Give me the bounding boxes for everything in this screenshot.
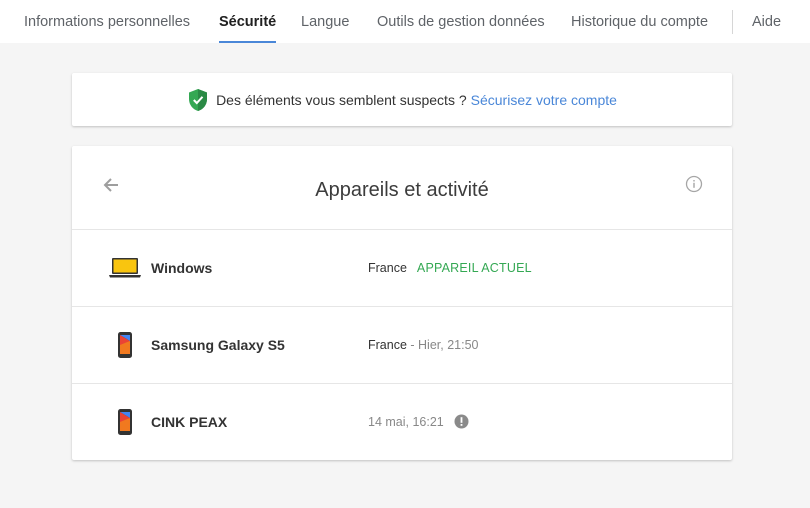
phone-icon bbox=[118, 409, 132, 435]
device-location: France bbox=[368, 261, 407, 275]
device-name: Windows bbox=[151, 260, 213, 276]
tab-langue[interactable]: Langue bbox=[301, 0, 349, 43]
device-row-samsung-galaxy-s5[interactable]: Samsung Galaxy S5 France - Hier, 21:50 bbox=[72, 306, 732, 384]
tab-informations-personnelles[interactable]: Informations personnelles bbox=[24, 0, 190, 43]
laptop-icon bbox=[109, 258, 141, 278]
secure-account-link[interactable]: Sécurisez votre compte bbox=[471, 92, 617, 108]
device-row-windows[interactable]: Windows France APPAREIL ACTUEL bbox=[72, 229, 732, 307]
device-meta: France - Hier, 21:50 bbox=[368, 338, 478, 352]
security-banner: Des éléments vous semblent suspects ? Sé… bbox=[72, 73, 732, 126]
banner-text: Des éléments vous semblent suspects ? bbox=[216, 91, 467, 108]
tab-historique-compte[interactable]: Historique du compte bbox=[571, 0, 708, 43]
device-name: Samsung Galaxy S5 bbox=[151, 337, 285, 353]
phone-icon bbox=[118, 332, 132, 358]
device-row-cink-peax[interactable]: CINK PEAX 14 mai, 16:21 bbox=[72, 383, 732, 461]
top-navigation: Informations personnelles Sécurité Langu… bbox=[0, 0, 810, 43]
device-meta: France APPAREIL ACTUEL bbox=[368, 261, 532, 275]
nav-divider bbox=[732, 10, 733, 34]
tab-securite[interactable]: Sécurité bbox=[219, 0, 277, 43]
info-icon[interactable] bbox=[684, 174, 704, 194]
device-last-active: 14 mai, 16:21 bbox=[368, 415, 444, 429]
current-device-badge: APPAREIL ACTUEL bbox=[416, 261, 532, 275]
help-link[interactable]: Aide bbox=[752, 0, 781, 43]
shield-check-icon bbox=[189, 88, 208, 111]
tab-outils-gestion-donnees[interactable]: Outils de gestion données bbox=[377, 0, 545, 43]
device-meta: 14 mai, 16:21 bbox=[368, 415, 444, 429]
page-title: Appareils et activité bbox=[315, 179, 489, 201]
alert-icon[interactable] bbox=[454, 414, 469, 429]
devices-card-header: Appareils et activité bbox=[72, 146, 732, 229]
device-name: CINK PEAX bbox=[151, 414, 228, 430]
devices-card: Appareils et activité Windows France APPA… bbox=[72, 146, 732, 460]
meta-separator: - bbox=[406, 338, 419, 352]
device-last-active: Hier, 21:50 bbox=[418, 338, 479, 352]
device-location: France bbox=[368, 338, 407, 352]
